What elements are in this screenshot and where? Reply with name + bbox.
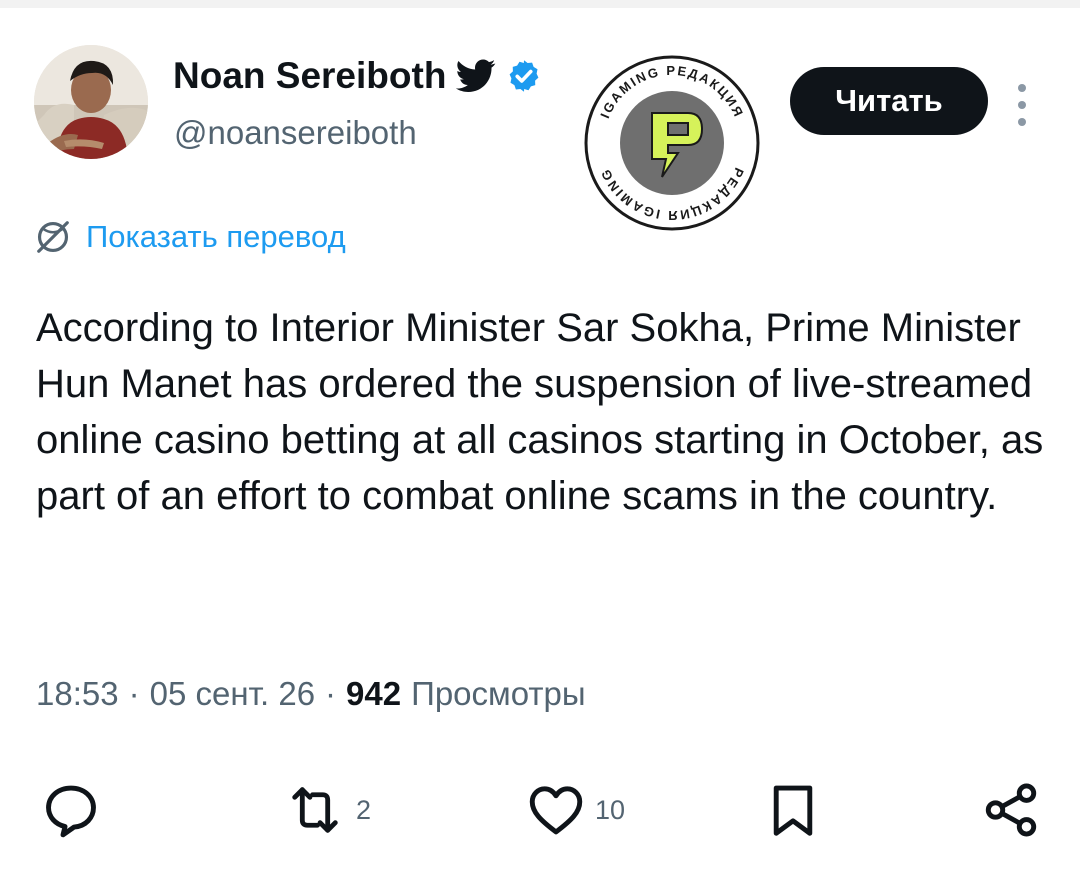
- more-options-icon[interactable]: [1008, 80, 1036, 130]
- like-count: 10: [595, 794, 626, 825]
- display-name[interactable]: Noan Sereiboth: [173, 55, 446, 97]
- display-name-row[interactable]: Noan Sereiboth: [173, 55, 542, 97]
- globe-translate-icon: [37, 221, 69, 253]
- retweet-count: 2: [356, 794, 372, 825]
- tweet-meta: 18:53 · 05 сент. 26 · 942 Просмотры: [36, 675, 586, 713]
- tweet-text: According to Interior Minister Sar Sokha…: [36, 306, 1044, 518]
- show-translation-link[interactable]: Показать перевод: [34, 218, 346, 256]
- show-translation-label[interactable]: Показать перевод: [86, 219, 346, 255]
- share-icon: [985, 783, 1037, 837]
- reply-icon: [46, 785, 96, 838]
- views-count[interactable]: 942: [346, 675, 401, 713]
- retweet-icon: [292, 787, 338, 833]
- tweet-time[interactable]: 18:53: [36, 675, 119, 713]
- retweet-button[interactable]: 2: [282, 770, 371, 850]
- meta-separator: ·: [325, 675, 337, 712]
- avatar[interactable]: [34, 45, 148, 159]
- avatar-image: [34, 45, 148, 159]
- bookmark-button[interactable]: [762, 770, 824, 850]
- verified-badge-icon[interactable]: [506, 58, 542, 94]
- igaming-redaktsiya-watermark-logo: IGAMING РЕДАКЦИЯ РЕДАКЦИЯ IGAMING: [584, 55, 760, 231]
- more-options-dot: [1018, 101, 1026, 109]
- views-label[interactable]: Просмотры: [411, 675, 585, 713]
- more-options-dot: [1018, 84, 1026, 92]
- tweet-date[interactable]: 05 сент. 26: [150, 675, 315, 713]
- meta-separator: ·: [128, 675, 140, 712]
- user-handle[interactable]: @noansereiboth: [174, 114, 417, 152]
- top-strip: [0, 0, 1080, 8]
- share-button[interactable]: [980, 770, 1042, 850]
- more-options-dot: [1018, 118, 1026, 126]
- follow-button[interactable]: Читать: [790, 67, 988, 135]
- like-button[interactable]: 10: [525, 770, 625, 850]
- twitter-bird-icon: [456, 59, 496, 92]
- heart-icon: [529, 786, 583, 835]
- reply-button[interactable]: [40, 770, 110, 850]
- tweet-actions-bar: 2 10: [0, 770, 1080, 850]
- bookmark-icon: [773, 785, 813, 836]
